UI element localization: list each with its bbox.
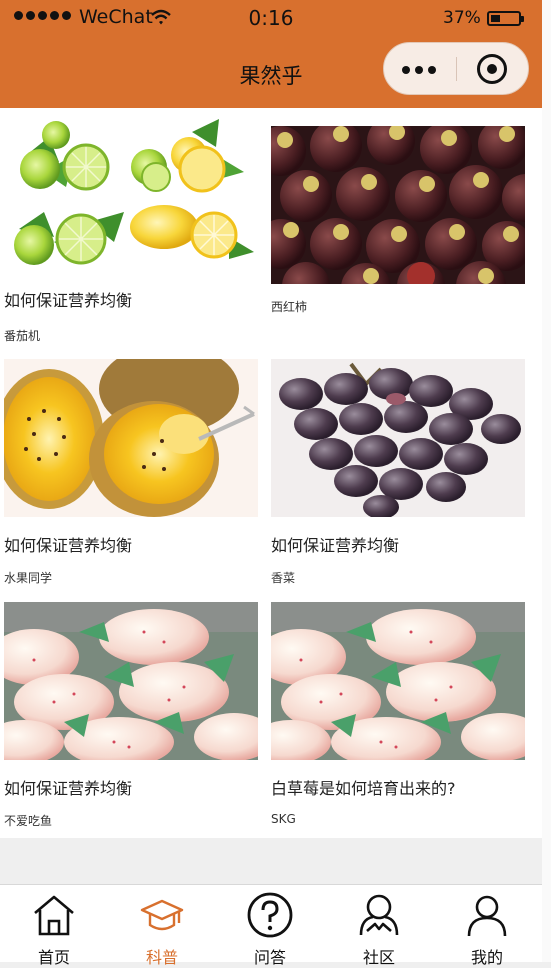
bottom-tab-bar: 首页 科普 问答 社区 我的 [0,884,542,967]
golden-kiwi-image [4,359,258,517]
article-grid: 如何保证营养均衡 番茄机 西红柿 如何保证营养均衡 水果同学 如何保证营养均衡 … [0,108,542,838]
tab-home[interactable]: 首页 [0,885,108,967]
article-card[interactable]: 白草莓是如何培育出来的? SKG [271,602,525,832]
status-bar: WeChat 0:16 37% [0,6,542,32]
tab-qa[interactable]: 问答 [216,885,324,967]
article-author: 水果同学 [4,571,53,585]
article-title[interactable]: 白草莓是如何培育出来的? [271,775,456,799]
tab-me[interactable]: 我的 [433,885,541,967]
article-title[interactable]: 如何保证营养均衡 [271,532,399,556]
more-menu-button[interactable] [402,66,436,74]
battery-icon [487,11,524,26]
close-miniprogram-button[interactable] [477,54,507,84]
battery-percent: 37% [443,8,481,28]
white-strawberries-image [271,602,525,760]
article-card[interactable]: 如何保证营养均衡 香菜 [271,359,525,589]
purple-grapes-image [271,359,525,517]
tab-science[interactable]: 科普 [108,885,216,967]
tab-label: 问答 [253,948,286,967]
graduation-cap-icon [140,899,184,931]
article-author: SKG [271,812,296,826]
article-card[interactable]: 如何保证营养均衡 水果同学 [4,359,258,589]
article-title[interactable]: 如何保证营养均衡 [4,287,132,311]
article-card[interactable]: 如何保证营养均衡 不爱吃鱼 [4,602,258,832]
article-author: 西红柿 [271,300,308,314]
article-title[interactable]: 如何保证营养均衡 [4,532,132,556]
user-icon [467,895,507,937]
scrollbar[interactable] [542,0,551,962]
mangosteens-image [271,126,525,284]
capsule-divider [456,57,457,81]
article-author: 香菜 [271,571,296,585]
tab-label: 社区 [362,948,395,967]
article-title[interactable]: 如何保证营养均衡 [4,775,132,799]
home-icon [34,895,74,936]
limes-and-lemons-image [4,117,258,275]
white-strawberries-image [4,602,258,760]
tab-community[interactable]: 社区 [325,885,433,967]
community-icon [359,894,399,936]
app-header: WeChat 0:16 37% 果然乎 [0,0,542,108]
question-icon [247,892,293,938]
tab-label: 我的 [470,948,503,967]
article-card[interactable]: 如何保证营养均衡 番茄机 [4,117,258,357]
article-author: 不爱吃鱼 [4,814,53,828]
article-author: 番茄机 [4,329,41,343]
miniprogram-capsule [383,42,529,95]
article-card[interactable]: 西红柿 [271,126,525,326]
tab-label: 首页 [37,948,70,967]
tab-label: 科普 [145,948,178,967]
